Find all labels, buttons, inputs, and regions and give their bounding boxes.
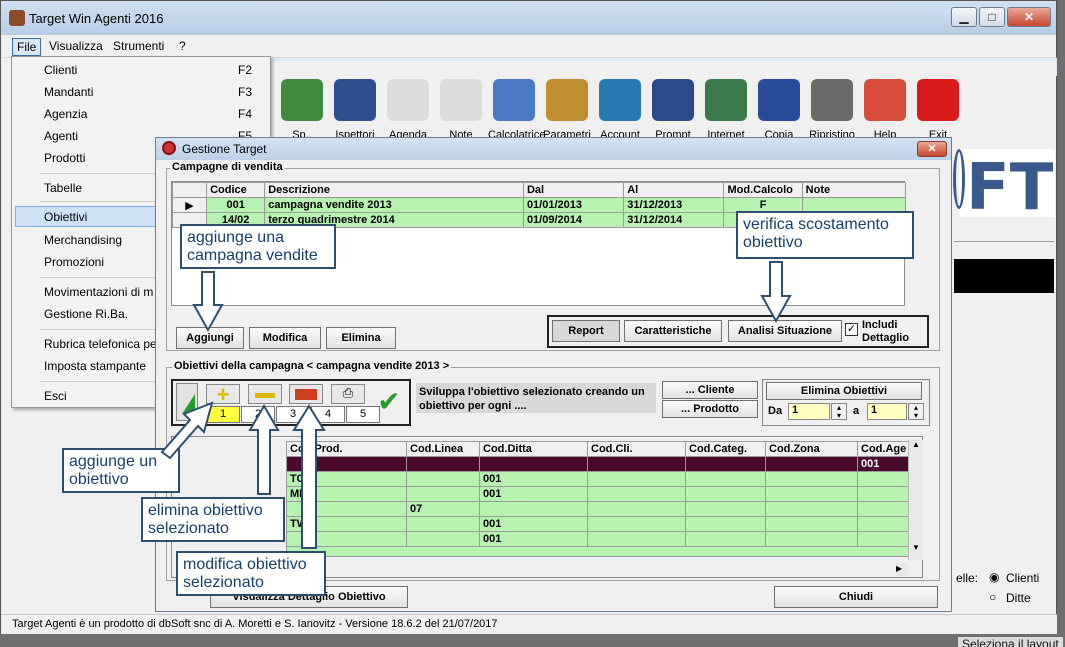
arrow-verify bbox=[760, 261, 792, 324]
arrow-delete-objective bbox=[248, 404, 280, 495]
arrow-edit-objective bbox=[292, 404, 326, 549]
arrow-add-objective bbox=[160, 401, 214, 460]
callout-arrows bbox=[160, 261, 792, 549]
arrow-add-campaign bbox=[192, 271, 224, 333]
